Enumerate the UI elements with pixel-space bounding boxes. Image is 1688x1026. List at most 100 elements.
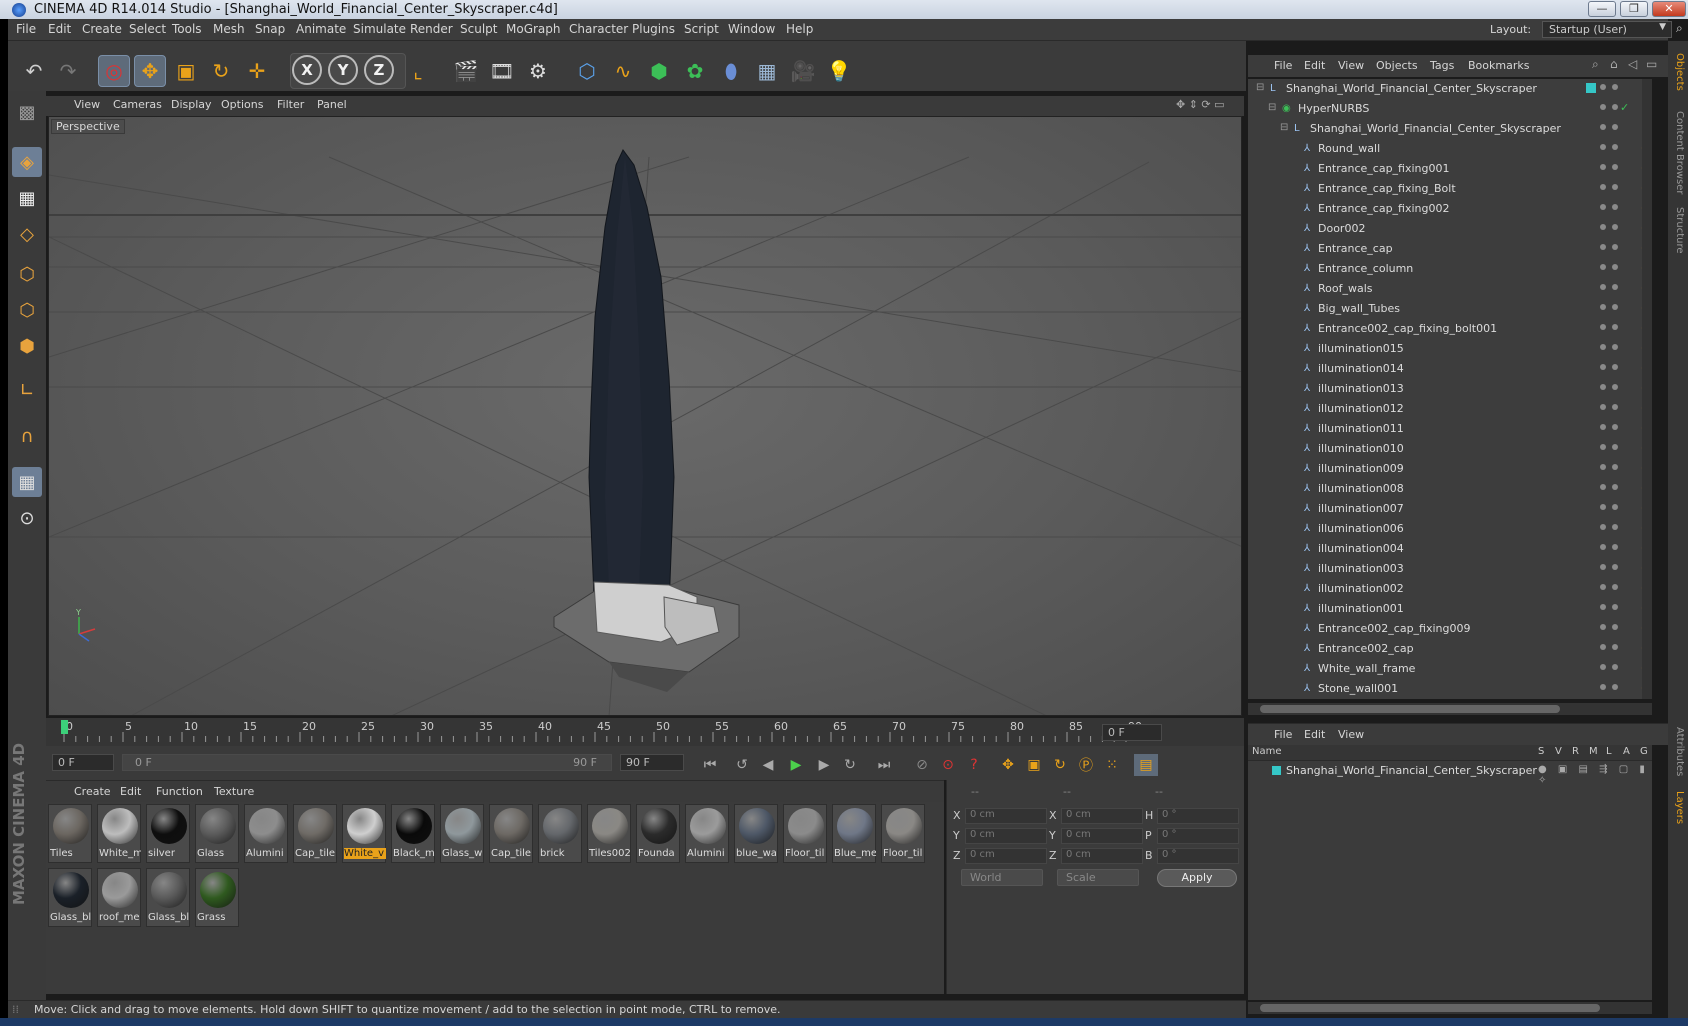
menu-mesh[interactable]: Mesh xyxy=(213,22,245,36)
menu-script[interactable]: Script xyxy=(684,22,719,36)
object-row[interactable]: ⊟ ◉ HyperNURBS ✓ xyxy=(1248,99,1652,119)
enabled-check-icon[interactable]: ✓ xyxy=(1620,101,1629,114)
minimize-button[interactable]: — xyxy=(1588,1,1616,17)
object-row[interactable]: ⅄Stone_wall001⁘ xyxy=(1248,679,1652,699)
visibility-dots[interactable] xyxy=(1600,244,1620,254)
previous-frame-icon[interactable]: ◀ xyxy=(756,754,780,776)
object-name[interactable]: HyperNURBS xyxy=(1298,102,1369,115)
layer-name[interactable]: Shanghai_World_Financial_Center_Skyscrap… xyxy=(1286,764,1537,777)
end-frame-field[interactable]: 90 F xyxy=(620,754,684,771)
object-row[interactable]: ⅄Entrance_cap_fixing002⁘ xyxy=(1248,199,1652,219)
key-parameter-icon[interactable]: Ⓟ xyxy=(1074,754,1098,776)
scroll-thumb[interactable] xyxy=(1260,705,1560,713)
viewport-menu-filter[interactable]: Filter xyxy=(277,98,304,111)
object-name[interactable]: Entrance_cap_fixing001 xyxy=(1318,162,1450,175)
object-name[interactable]: Entrance002_cap_fixing009 xyxy=(1318,622,1471,635)
polygons-mode-icon[interactable]: ⬢ xyxy=(12,331,42,361)
object-name[interactable]: Stone_wall001 xyxy=(1318,682,1398,695)
visibility-dots[interactable] xyxy=(1600,384,1620,394)
material-swatch[interactable]: White_m xyxy=(97,804,141,863)
object-row[interactable]: ⅄illumination015⁘ xyxy=(1248,339,1652,359)
key-rotation-icon[interactable]: ↻ xyxy=(1048,754,1072,776)
visibility-dots[interactable] xyxy=(1600,84,1620,94)
object-name[interactable]: illumination010 xyxy=(1318,442,1404,455)
visibility-dots[interactable] xyxy=(1600,464,1620,474)
layers-menu-edit[interactable]: Edit xyxy=(1304,728,1325,741)
object-name[interactable]: illumination001 xyxy=(1318,602,1404,615)
go-to-start-icon[interactable]: ⏮ xyxy=(698,754,722,776)
object-row[interactable]: ⅄illumination011⁘ xyxy=(1248,419,1652,439)
visibility-dots[interactable] xyxy=(1600,144,1620,154)
object-row[interactable]: ⅄illumination001⁘ xyxy=(1248,599,1652,619)
tab-objects[interactable]: Objects xyxy=(1674,53,1685,91)
tab-structure[interactable]: Structure xyxy=(1674,207,1685,254)
object-row[interactable]: ⅄Entrance_cap⁘ xyxy=(1248,239,1652,259)
visibility-dots[interactable] xyxy=(1600,264,1620,274)
object-name[interactable]: Entrance002_cap xyxy=(1318,642,1414,655)
visibility-dots[interactable] xyxy=(1600,644,1620,654)
menu-edit[interactable]: Edit xyxy=(48,22,71,36)
timeline-icon[interactable]: ▤ xyxy=(1134,754,1158,776)
object-row[interactable]: ⅄Entrance_cap_fixing_Bolt⁘ xyxy=(1248,179,1652,199)
material-swatch[interactable]: Floor_til xyxy=(783,804,827,863)
menu-create[interactable]: Create xyxy=(82,22,122,36)
size-y-field[interactable]: 0 cm xyxy=(1061,828,1143,844)
rotation-p-field[interactable]: 0 ° xyxy=(1157,828,1239,844)
viewport-menu-panel[interactable]: Panel xyxy=(317,98,347,111)
material-swatch[interactable]: Glass_w xyxy=(440,804,484,863)
visibility-dots[interactable] xyxy=(1600,364,1620,374)
visibility-dots[interactable] xyxy=(1600,684,1620,694)
object-row[interactable]: ⅄illumination004⁘ xyxy=(1248,539,1652,559)
visibility-dots[interactable] xyxy=(1600,224,1620,234)
object-name[interactable]: illumination006 xyxy=(1318,522,1404,535)
object-row[interactable]: ⅄White_wall_frame⁘ xyxy=(1248,659,1652,679)
object-row[interactable]: ⅄illumination006⁘ xyxy=(1248,519,1652,539)
menu-character[interactable]: Character xyxy=(569,22,628,36)
position-y-field[interactable]: 0 cm xyxy=(965,828,1047,844)
position-x-field[interactable]: 0 cm xyxy=(965,808,1047,824)
object-tree-hscrollbar[interactable] xyxy=(1248,703,1652,715)
layout-select[interactable]: Startup (User) ▼ xyxy=(1542,21,1672,38)
live-selection-icon[interactable]: ◎ xyxy=(98,55,130,87)
viewport-menu-view[interactable]: View xyxy=(74,98,100,111)
visibility-dots[interactable] xyxy=(1600,484,1620,494)
coordinate-system-select[interactable]: World xyxy=(961,869,1043,886)
layer-color-tag[interactable] xyxy=(1586,83,1596,93)
object-name[interactable]: illumination011 xyxy=(1318,422,1404,435)
object-name[interactable]: illumination009 xyxy=(1318,462,1404,475)
spline-icon[interactable]: ∿ xyxy=(607,55,639,87)
x-axis-icon[interactable]: X xyxy=(292,55,322,85)
object-tree-vscrollbar[interactable] xyxy=(1642,79,1652,699)
material-swatch[interactable]: blue_wa xyxy=(734,804,778,863)
size-z-field[interactable]: 0 cm xyxy=(1061,848,1143,864)
menu-window[interactable]: Window xyxy=(728,22,775,36)
visibility-dots[interactable] xyxy=(1600,124,1620,134)
menu-mograph[interactable]: MoGraph xyxy=(506,22,561,36)
objects-menu-view[interactable]: View xyxy=(1338,59,1364,72)
rotation-b-field[interactable]: 0 ° xyxy=(1157,848,1239,864)
redo-icon[interactable]: ↷ xyxy=(52,55,84,87)
object-row[interactable]: ⅄illumination003⁘ xyxy=(1248,559,1652,579)
material-swatch[interactable]: Cap_tile xyxy=(489,804,533,863)
axis-mode-icon[interactable]: ∟ xyxy=(12,375,42,405)
menu-file[interactable]: File xyxy=(16,22,36,36)
object-name[interactable]: Shanghai_World_Financial_Center_Skyscrap… xyxy=(1310,122,1561,135)
next-frame-icon[interactable]: ▶ xyxy=(812,754,836,776)
object-name[interactable]: Entrance002_cap_fixing_bolt001 xyxy=(1318,322,1497,335)
menu-simulate[interactable]: Simulate xyxy=(353,22,406,36)
home-icon[interactable]: ⌂ xyxy=(1610,57,1618,71)
workplane-lock-icon[interactable]: ▦ xyxy=(12,467,42,497)
visibility-dots[interactable] xyxy=(1600,584,1620,594)
menu-tools[interactable]: Tools xyxy=(172,22,202,36)
material-swatch[interactable]: Floor_til xyxy=(881,804,925,863)
visibility-dots[interactable] xyxy=(1600,324,1620,334)
object-row[interactable]: ⅄Entrance002_cap_fixing_bolt001⁘ xyxy=(1248,319,1652,339)
layer-color-swatch[interactable] xyxy=(1272,766,1281,775)
texture-mode-icon[interactable]: ▦ xyxy=(12,183,42,213)
visibility-dots[interactable] xyxy=(1600,284,1620,294)
object-name[interactable]: Round_wall xyxy=(1318,142,1380,155)
object-name[interactable]: illumination002 xyxy=(1318,582,1404,595)
object-name[interactable]: illumination015 xyxy=(1318,342,1404,355)
tab-attributes[interactable]: Attributes xyxy=(1674,727,1685,776)
objects-menu-bookmarks[interactable]: Bookmarks xyxy=(1468,59,1529,72)
